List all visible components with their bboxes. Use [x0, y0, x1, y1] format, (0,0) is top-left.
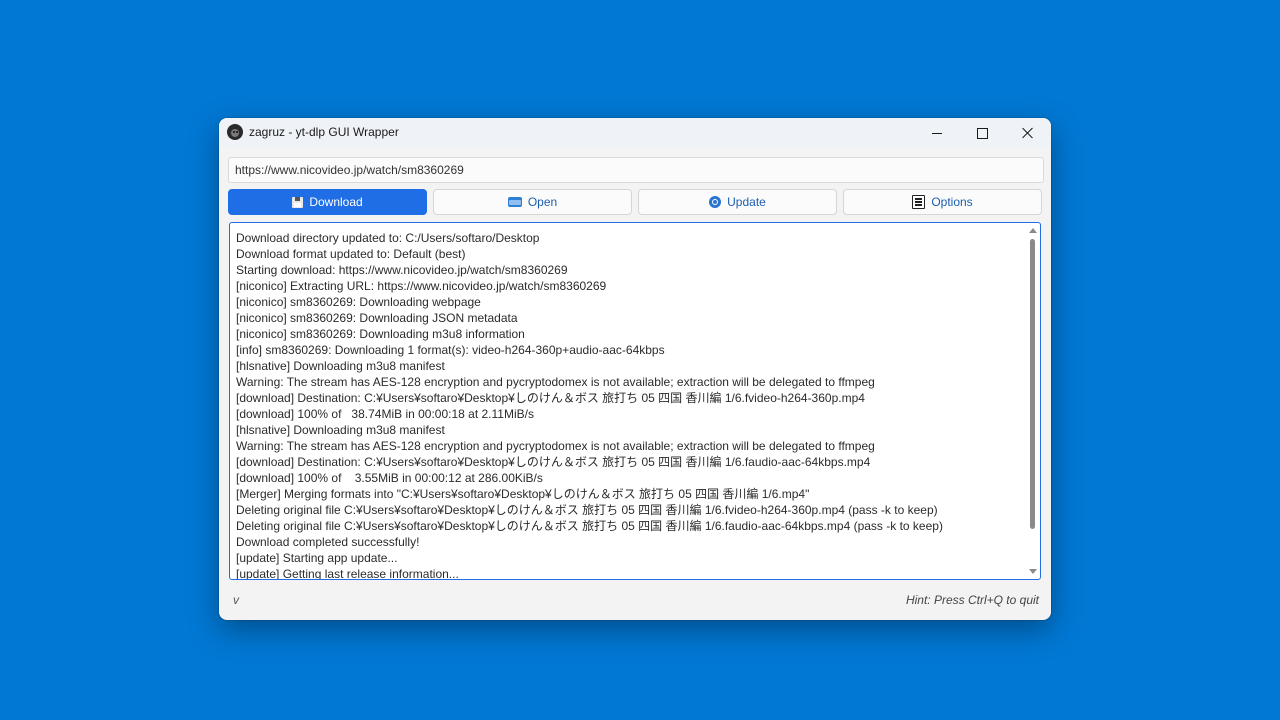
log-line: [update] Starting app update...	[236, 551, 398, 565]
options-button-label: Options	[931, 195, 973, 209]
update-button[interactable]: Update	[638, 189, 837, 215]
log-line: [update] Getting last release informatio…	[236, 567, 459, 580]
hint-label: Hint: Press Ctrl+Q to quit	[905, 593, 1039, 607]
minimize-icon	[932, 132, 942, 134]
log-line: Deleting original file C:¥Users¥softaro¥…	[236, 503, 938, 517]
title-bar[interactable]: zagruz - yt-dlp GUI Wrapper	[219, 118, 1051, 148]
log-output[interactable]: Download directory updated to: C:/Users/…	[229, 222, 1041, 580]
scroll-up-arrow-icon[interactable]	[1029, 228, 1037, 233]
log-lines: Download directory updated to: C:/Users/…	[236, 230, 1022, 580]
action-button-row: Download Open Update Options	[228, 189, 1042, 215]
version-label: v	[233, 593, 239, 607]
options-button[interactable]: Options	[843, 189, 1042, 215]
log-line: [Merger] Merging formats into "C:¥Users¥…	[236, 487, 810, 501]
app-window: zagruz - yt-dlp GUI Wrapper Download Ope…	[219, 118, 1051, 620]
log-line: [niconico] sm8360269: Downloading webpag…	[236, 295, 481, 309]
log-line: Starting download: https://www.nicovideo…	[236, 263, 568, 277]
log-line: [info] sm8360269: Downloading 1 format(s…	[236, 343, 665, 357]
log-line: Download completed successfully!	[236, 535, 420, 549]
log-line: [hlsnative] Downloading m3u8 manifest	[236, 423, 445, 437]
log-line: Warning: The stream has AES-128 encrypti…	[236, 375, 875, 389]
log-line: Download format updated to: Default (bes…	[236, 247, 466, 261]
log-line: [download] Destination: C:¥Users¥softaro…	[236, 455, 871, 469]
minimize-button[interactable]	[914, 118, 960, 148]
open-button-label: Open	[527, 195, 558, 209]
folder-icon	[507, 197, 522, 207]
maximize-icon	[976, 127, 988, 139]
download-button-label: Download	[309, 195, 363, 209]
log-line: Warning: The stream has AES-128 encrypti…	[236, 439, 875, 453]
log-line: [download] 100% of 38.74MiB in 00:00:18 …	[236, 407, 534, 421]
scroll-down-arrow-icon[interactable]	[1029, 569, 1037, 574]
open-button[interactable]: Open	[433, 189, 632, 215]
maximize-button[interactable]	[959, 118, 1005, 148]
floppy-disk-icon	[292, 196, 304, 208]
log-line: [niconico] sm8360269: Downloading JSON m…	[236, 311, 518, 325]
log-line: [niconico] Extracting URL: https://www.n…	[236, 279, 607, 293]
log-line: Download directory updated to: C:/Users/…	[236, 231, 540, 245]
log-line: [niconico] sm8360269: Downloading m3u8 i…	[236, 327, 525, 341]
log-line: [hlsnative] Downloading m3u8 manifest	[236, 359, 445, 373]
window-title: zagruz - yt-dlp GUI Wrapper	[249, 125, 399, 139]
list-icon	[912, 195, 926, 209]
update-button-label: Update	[727, 195, 766, 209]
log-line: [download] 100% of 3.55MiB in 00:00:12 a…	[236, 471, 543, 485]
download-button[interactable]: Download	[228, 189, 427, 215]
log-line: [download] Destination: C:¥Users¥softaro…	[236, 391, 865, 405]
log-line: Deleting original file C:¥Users¥softaro¥…	[236, 519, 943, 533]
scroll-thumb[interactable]	[1030, 239, 1035, 529]
gorilla-app-icon	[227, 124, 243, 140]
sync-icon	[709, 196, 722, 208]
close-icon	[1022, 127, 1034, 139]
close-button[interactable]	[1005, 118, 1051, 148]
url-input[interactable]	[228, 157, 1044, 183]
log-scrollbar[interactable]	[1026, 223, 1040, 579]
